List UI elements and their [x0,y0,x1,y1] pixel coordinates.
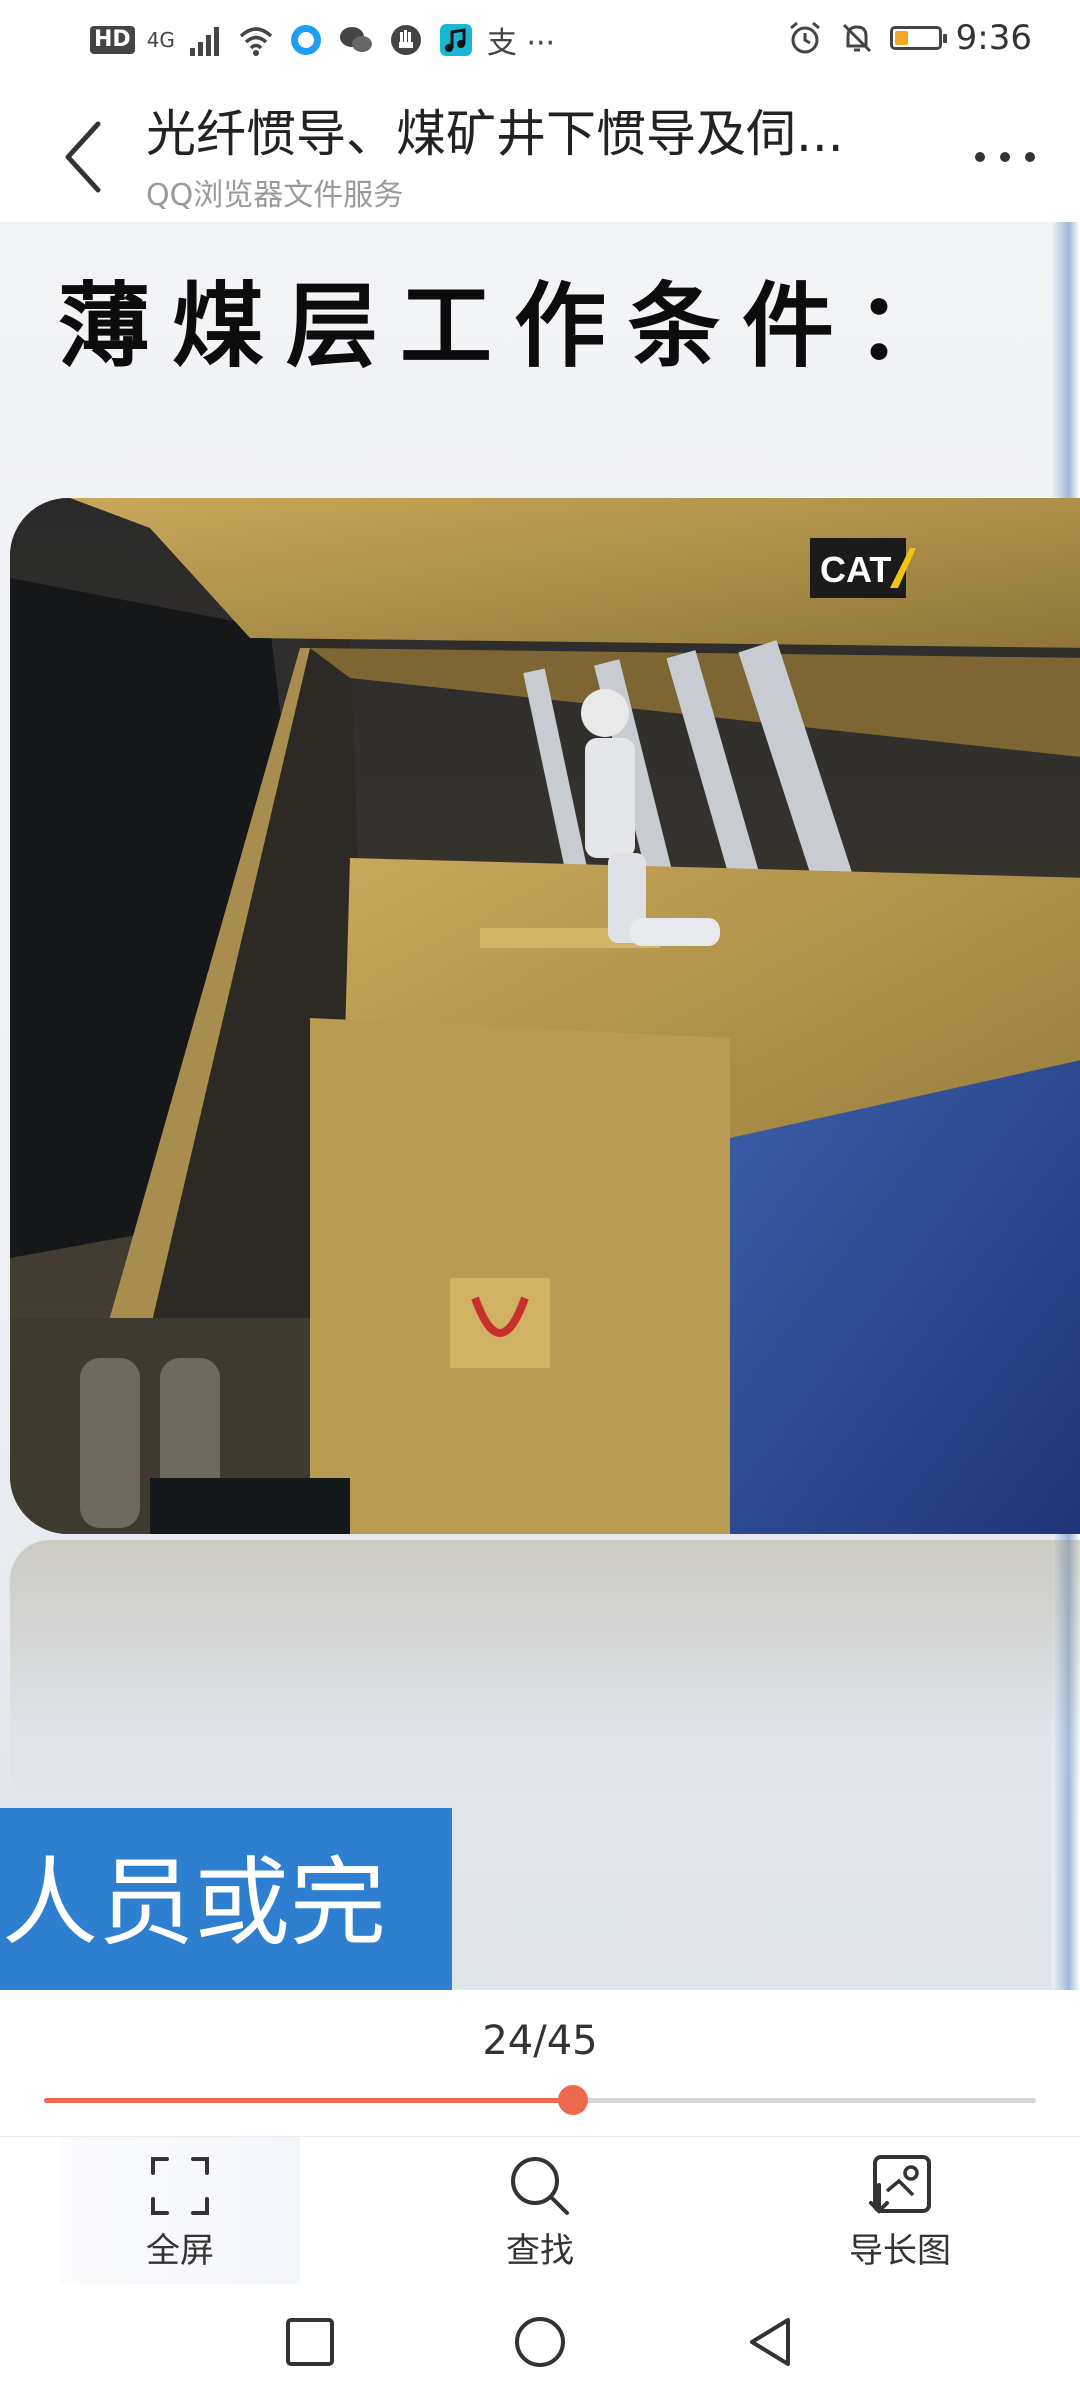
recent-apps-icon [286,2318,334,2366]
page-slider-progress [44,2098,574,2103]
export-image-icon [869,2155,931,2214]
find-label: 查找 [506,2231,574,2271]
alarm-icon [786,19,824,57]
page-navigator: 24/45 [0,1990,1080,2136]
bottom-toolbar: 全屏 查找 导长图 [0,2136,1080,2285]
hd-badge: HD [90,26,135,54]
photo-reflection [10,1540,1080,1820]
document-source: QQ浏览器文件服务 [146,178,404,213]
home-button[interactable] [510,2312,570,2372]
system-back-button[interactable] [740,2312,800,2372]
export-long-image-label: 导长图 [849,2231,951,2271]
hand-icon [387,21,425,59]
search-icon [511,2157,569,2215]
network-type: 4G [146,28,175,52]
back-button[interactable] [52,112,122,202]
battery-icon [889,26,947,50]
export-long-image-button[interactable]: 导长图 [780,2137,1020,2285]
home-icon [515,2317,565,2367]
fullscreen-icon [151,2157,209,2215]
page-slider[interactable] [44,2085,1036,2115]
status-extra: 支 ··· [486,26,556,61]
status-bar: HD 4G 支 ··· 9:36 [0,0,1080,80]
document-page[interactable]: 薄煤层工作条件： CAT 人员或完 [0,222,1080,1990]
wechat-icon [337,21,375,59]
caption-text: 作人员或完 [0,1847,386,1959]
page-slider-thumb[interactable] [558,2085,589,2115]
recent-apps-button[interactable] [280,2312,340,2372]
slide-heading: 薄煤层工作条件： [58,272,971,380]
chevron-left-icon [65,121,101,193]
app-header: 光纤惯导、煤矿井下惯导及伺... QQ浏览器文件服务 [0,80,1080,223]
more-button[interactable] [960,132,1050,182]
wifi-icon [237,21,275,59]
caption-banner: 作人员或完 [0,1808,452,1990]
cat-logo: CAT [820,549,891,590]
clock: 9:36 [955,18,1032,58]
fullscreen-label: 全屏 [146,2231,214,2271]
signal-icon [187,21,225,59]
music-app-icon [437,21,475,59]
fullscreen-button[interactable]: 全屏 [60,2137,300,2285]
more-dots-icon [975,152,1035,162]
qq-icon [287,21,325,59]
system-nav-bar [0,2284,1080,2400]
mute-icon [838,19,876,57]
find-button[interactable]: 查找 [420,2137,660,2285]
document-title: 光纤惯导、煤矿井下惯导及伺... [146,105,844,163]
page-indicator: 24/45 [482,2018,598,2064]
mining-photo: CAT [10,498,1080,1534]
back-icon [750,2318,790,2366]
